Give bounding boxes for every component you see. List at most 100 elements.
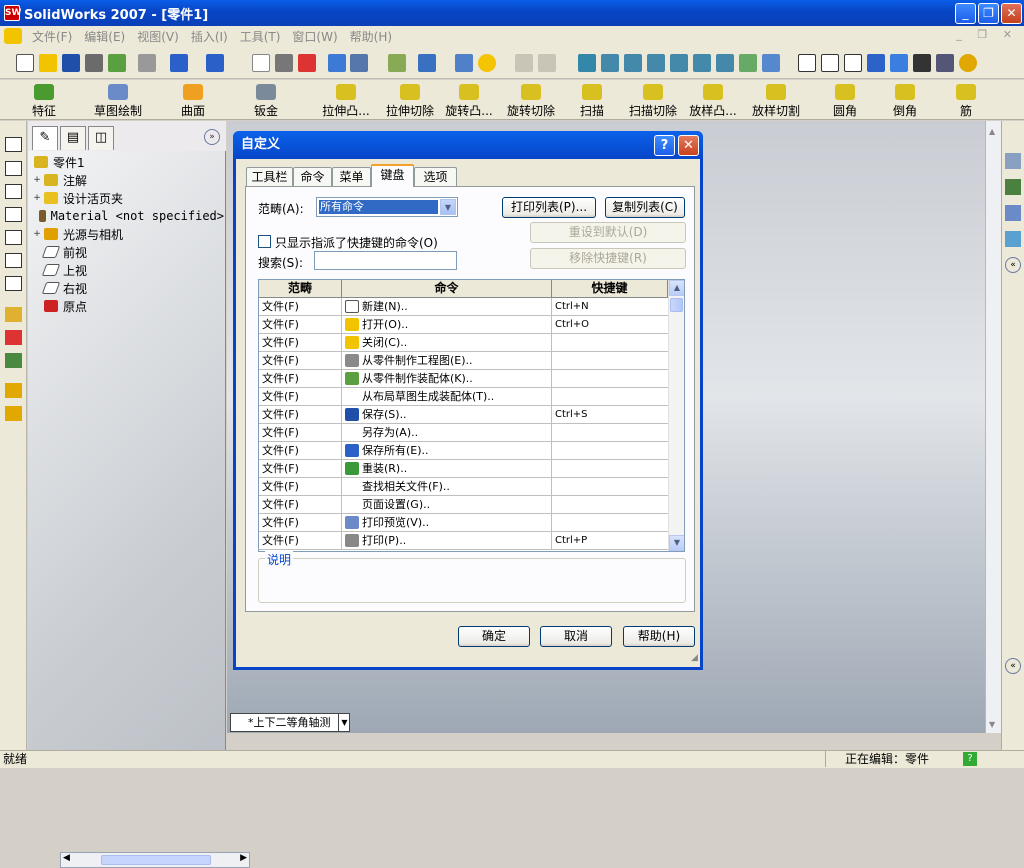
- relations-icon[interactable]: [5, 353, 22, 368]
- zoom-inout-icon[interactable]: [647, 54, 665, 72]
- minimize-button[interactable]: _: [955, 3, 976, 24]
- remove-shortcut-button[interactable]: 移除快捷键(R): [530, 248, 686, 269]
- config-tab[interactable]: ◫: [88, 126, 114, 150]
- menu-view[interactable]: 视图(V): [131, 28, 185, 45]
- close-button[interactable]: ✕: [1001, 3, 1022, 24]
- table-row[interactable]: 文件(F) 关闭(C)..: [259, 334, 668, 352]
- sw-menu-icon[interactable]: [4, 28, 22, 44]
- shaded-icon[interactable]: [890, 54, 908, 72]
- bottom-view-icon[interactable]: [5, 253, 22, 268]
- menu-window[interactable]: 窗口(W): [286, 28, 343, 45]
- table-row[interactable]: 文件(F) 打开(O).. Ctrl+O: [259, 316, 668, 334]
- top-view-icon[interactable]: [5, 230, 22, 245]
- tree-item[interactable]: + 光源与相机: [32, 225, 224, 243]
- cell-shortcut[interactable]: Ctrl+O: [552, 316, 668, 333]
- home-icon[interactable]: [1005, 153, 1021, 169]
- search-input[interactable]: [314, 251, 457, 270]
- table-row[interactable]: 文件(F) 打印预览(V)..: [259, 514, 668, 532]
- view-tab[interactable]: *上下二等角轴测: [230, 713, 350, 732]
- left-view-icon[interactable]: [5, 184, 22, 199]
- feature-button[interactable]: 特征: [30, 84, 58, 119]
- scroll-up-icon[interactable]: ▲: [669, 280, 684, 296]
- dialog-help-button[interactable]: ?: [654, 135, 675, 156]
- options-icon[interactable]: [328, 54, 346, 72]
- select-icon[interactable]: [252, 54, 270, 72]
- isometric-view-icon[interactable]: [5, 276, 22, 291]
- view-tab-dropdown-icon[interactable]: ▼: [338, 714, 350, 731]
- zoom-selection-icon[interactable]: [670, 54, 688, 72]
- layer-props-icon[interactable]: [5, 406, 22, 421]
- column-category[interactable]: 范畴: [259, 280, 342, 298]
- smart-dimension-icon[interactable]: [5, 330, 22, 345]
- scope-select[interactable]: 所有命令 ▼: [316, 197, 458, 217]
- loft-boss-button[interactable]: 放样凸...: [687, 84, 739, 119]
- ok-button[interactable]: 确定: [458, 626, 530, 647]
- redo-icon[interactable]: [206, 54, 224, 72]
- table-row[interactable]: 文件(F) 保存所有(E)..: [259, 442, 668, 460]
- revolved-boss-button[interactable]: 旋转凸...: [443, 84, 495, 119]
- panel-hscrollbar[interactable]: ◀ ▶: [60, 852, 250, 868]
- cell-shortcut[interactable]: [552, 442, 668, 459]
- shaded-edges-icon[interactable]: [867, 54, 885, 72]
- rib-button[interactable]: 筋: [955, 84, 977, 119]
- zoom-fit-icon[interactable]: [601, 54, 619, 72]
- menu-help[interactable]: 帮助(H): [344, 28, 398, 45]
- menu-tools[interactable]: 工具(T): [234, 28, 287, 45]
- tree-item[interactable]: Material <not specified>: [32, 207, 224, 225]
- menu-file[interactable]: 文件(F): [26, 28, 78, 45]
- sweep-cut-button[interactable]: 扫描切除: [627, 84, 679, 119]
- front-view-icon[interactable]: [5, 137, 22, 152]
- section-view-icon[interactable]: [936, 54, 954, 72]
- wireframe-icon[interactable]: [798, 54, 816, 72]
- table-row[interactable]: 文件(F) 从零件制作工程图(E)..: [259, 352, 668, 370]
- surface-button[interactable]: 曲面: [180, 84, 206, 119]
- tree-item[interactable]: + 设计活页夹: [32, 189, 224, 207]
- tree-item[interactable]: + 注解: [32, 171, 224, 189]
- sketch-icon[interactable]: [5, 307, 22, 322]
- cell-shortcut[interactable]: Ctrl+S: [552, 406, 668, 423]
- column-shortcut[interactable]: 快捷键: [552, 280, 668, 298]
- tree-item[interactable]: 前视: [32, 243, 224, 261]
- table-row[interactable]: 文件(F) 重装(R)..: [259, 460, 668, 478]
- extruded-cut-button[interactable]: 拉伸切除: [384, 84, 436, 119]
- sketch-button[interactable]: 草图绘制: [92, 84, 144, 119]
- layer-icon[interactable]: [5, 383, 22, 398]
- tree-expander[interactable]: +: [32, 193, 42, 203]
- graphics-vscrollbar[interactable]: ▲ ▼: [985, 121, 1001, 733]
- file-explorer-icon[interactable]: [1005, 205, 1021, 221]
- tree-expander[interactable]: +: [32, 229, 42, 239]
- collapse-taskpane-icon[interactable]: «: [1005, 257, 1021, 273]
- view-palette-icon[interactable]: [1005, 231, 1021, 247]
- view-orient-icon[interactable]: [578, 54, 596, 72]
- save-icon[interactable]: [62, 54, 80, 72]
- table-row[interactable]: 文件(F) 新建(N).. Ctrl+N: [259, 298, 668, 316]
- cell-shortcut[interactable]: [552, 388, 668, 405]
- tree-item[interactable]: 原点: [32, 297, 224, 315]
- rebuild-icon[interactable]: [298, 54, 316, 72]
- loft-cut-button[interactable]: 放样切割: [750, 84, 802, 119]
- realview-icon[interactable]: [959, 54, 977, 72]
- 3d-drawing-icon[interactable]: [739, 54, 757, 72]
- expand-taskpane-icon[interactable]: «: [1005, 658, 1021, 674]
- print-list-button[interactable]: 打印列表(P)...: [502, 197, 596, 218]
- resize-grip-icon[interactable]: ◢: [691, 653, 698, 663]
- design-library-icon[interactable]: [1005, 179, 1021, 195]
- tree-expander[interactable]: +: [32, 175, 42, 185]
- cell-shortcut[interactable]: [552, 496, 668, 513]
- tab-commands[interactable]: 命令: [293, 167, 332, 186]
- table-row[interactable]: 文件(F) 打印(P).. Ctrl+P: [259, 532, 668, 550]
- cell-shortcut[interactable]: Ctrl+N: [552, 298, 668, 315]
- table-vscrollbar[interactable]: ▲ ▼: [668, 280, 684, 551]
- tab-menus[interactable]: 菜单: [332, 167, 371, 186]
- feature-tree-tab[interactable]: ✎: [32, 126, 58, 150]
- column-command[interactable]: 命令: [342, 280, 552, 298]
- tab-options[interactable]: 选项: [414, 167, 457, 186]
- help-status-icon[interactable]: ?: [963, 752, 977, 766]
- zoom-area-icon[interactable]: [624, 54, 642, 72]
- menu-insert[interactable]: 插入(I): [185, 28, 234, 45]
- sweep-button[interactable]: 扫描: [578, 84, 606, 119]
- open-icon[interactable]: [39, 54, 57, 72]
- pan-icon[interactable]: [716, 54, 734, 72]
- scroll-thumb[interactable]: [670, 298, 683, 312]
- window-layout-icon[interactable]: [418, 54, 436, 72]
